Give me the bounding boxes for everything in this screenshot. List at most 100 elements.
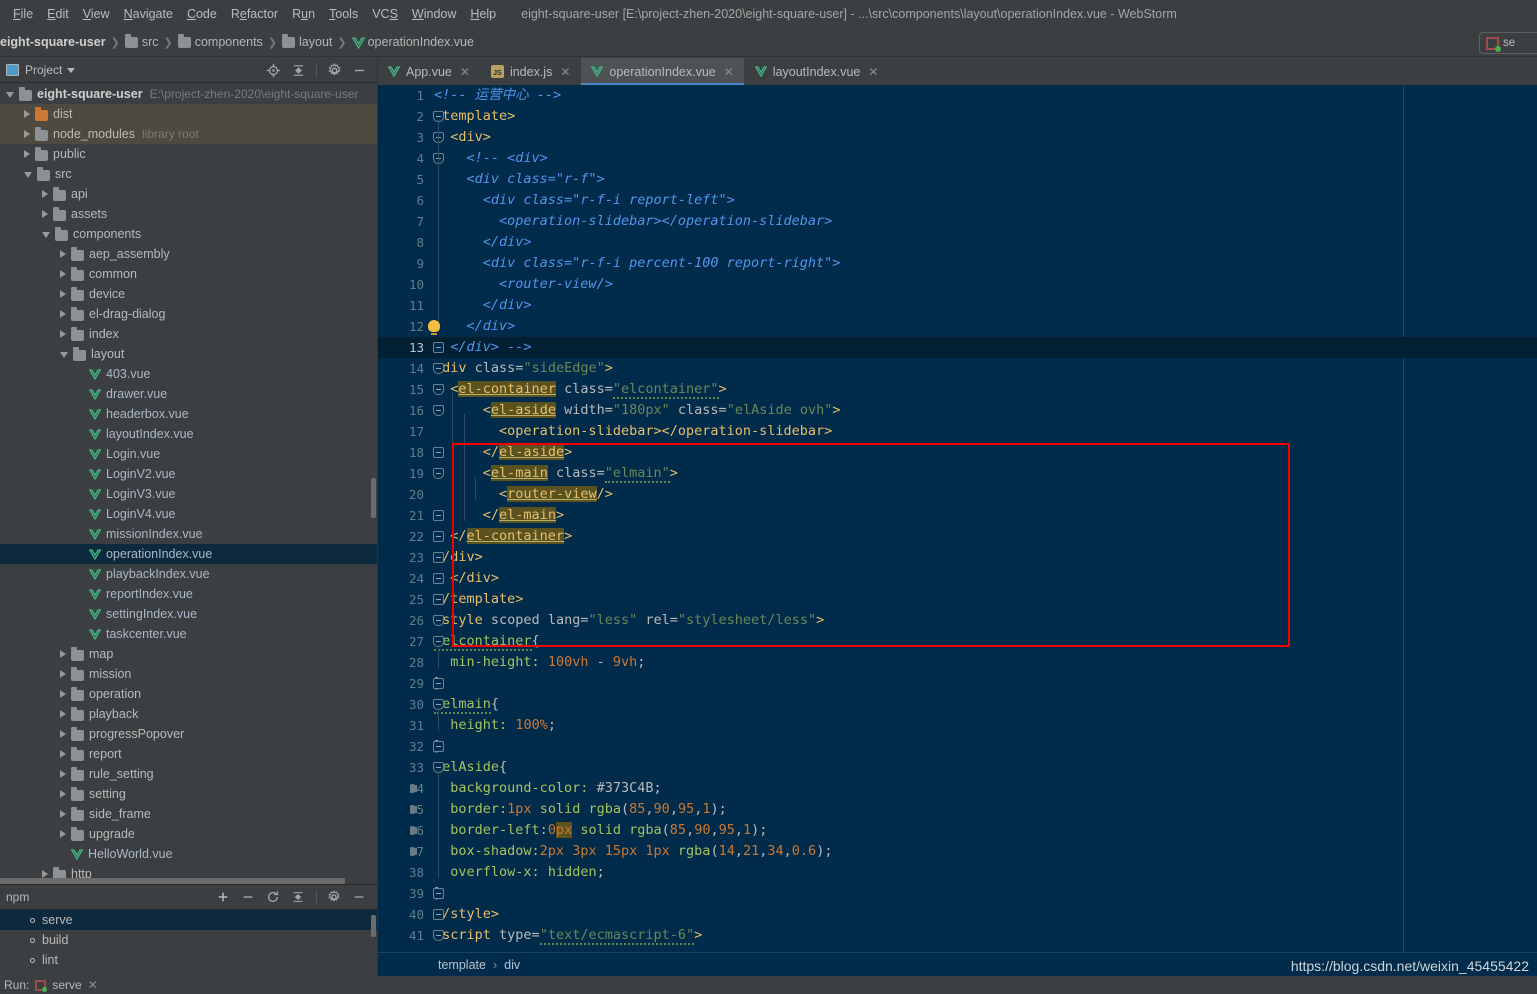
tree-node[interactable]: components bbox=[0, 224, 377, 244]
code-line[interactable]: 16 <el-aside width="180px" class="elAsid… bbox=[378, 400, 1537, 421]
close-icon[interactable]: ✕ bbox=[868, 65, 878, 79]
tree-node[interactable]: settingIndex.vue bbox=[0, 604, 377, 624]
chevron-down-icon[interactable] bbox=[67, 67, 76, 73]
menu-view[interactable]: View bbox=[76, 4, 117, 24]
tree-node[interactable]: common bbox=[0, 264, 377, 284]
code-line[interactable]: 2 <template> bbox=[378, 106, 1537, 127]
editor-breadcrumb-div[interactable]: div bbox=[504, 958, 520, 972]
code-line[interactable]: 3 <div> bbox=[378, 127, 1537, 148]
editor-tab[interactable]: App.vue ✕ bbox=[378, 58, 481, 85]
tree-node[interactable]: aep_assembly bbox=[0, 244, 377, 264]
code-fold-toggle[interactable] bbox=[433, 510, 444, 521]
code-line[interactable]: 1 <!-- 运营中心 --> bbox=[378, 85, 1537, 106]
code-line[interactable]: 9 <div class="r-f-i percent-100 report-r… bbox=[378, 253, 1537, 274]
tree-expand-arrow-icon[interactable] bbox=[60, 270, 66, 278]
code-fold-toggle[interactable] bbox=[433, 342, 444, 353]
color-gutter-swatch[interactable] bbox=[410, 848, 417, 855]
breadcrumb-item-layout[interactable]: layout bbox=[280, 33, 334, 49]
code-line[interactable]: 25 </template> bbox=[378, 589, 1537, 610]
code-line[interactable]: 27 .elcontainer{ bbox=[378, 631, 1537, 652]
code-fold-toggle[interactable] bbox=[433, 531, 444, 542]
menu-run[interactable]: Run bbox=[285, 4, 322, 24]
npm-script-item[interactable]: lint bbox=[0, 950, 377, 970]
tree-node[interactable]: device bbox=[0, 284, 377, 304]
code-fold-toggle[interactable] bbox=[433, 888, 444, 899]
tree-expand-arrow-icon[interactable] bbox=[60, 730, 66, 738]
collapse-all-icon[interactable] bbox=[291, 890, 306, 905]
code-line[interactable]: 24 </div> bbox=[378, 568, 1537, 589]
run-configuration-selector[interactable]: se bbox=[1479, 32, 1537, 54]
code-fold-toggle[interactable] bbox=[433, 615, 444, 626]
locate-icon[interactable] bbox=[266, 63, 281, 78]
menu-edit[interactable]: Edit bbox=[40, 4, 76, 24]
tree-node[interactable]: api bbox=[0, 184, 377, 204]
code-line[interactable]: 39} bbox=[378, 883, 1537, 904]
menu-code[interactable]: Code bbox=[180, 4, 224, 24]
code-line[interactable]: 10 <router-view/> bbox=[378, 274, 1537, 295]
tree-node[interactable]: setting bbox=[0, 784, 377, 804]
tree-node[interactable]: taskcenter.vue bbox=[0, 624, 377, 644]
tree-node[interactable]: assets bbox=[0, 204, 377, 224]
breadcrumb-item-src[interactable]: src bbox=[123, 33, 161, 49]
code-fold-toggle[interactable] bbox=[433, 405, 444, 416]
tree-node[interactable]: LoginV2.vue bbox=[0, 464, 377, 484]
tree-node[interactable]: 403.vue bbox=[0, 364, 377, 384]
tree-expand-arrow-icon[interactable] bbox=[24, 110, 30, 118]
tree-expand-arrow-icon[interactable] bbox=[60, 790, 66, 798]
tree-expand-arrow-icon[interactable] bbox=[24, 150, 30, 158]
tree-node[interactable]: node_modules library root bbox=[0, 124, 377, 144]
gear-icon[interactable] bbox=[327, 62, 342, 78]
editor-breadcrumb-template[interactable]: template bbox=[438, 958, 486, 972]
tree-expand-arrow-icon[interactable] bbox=[60, 352, 68, 358]
tree-node[interactable]: headerbox.vue bbox=[0, 404, 377, 424]
code-line[interactable]: 30 .elmain{ bbox=[378, 694, 1537, 715]
tree-node[interactable]: eight-square-user E:\project-zhen-2020\ei… bbox=[0, 84, 377, 104]
remove-icon[interactable] bbox=[241, 890, 256, 905]
code-line[interactable]: 37 box-shadow:2px 3px 15px 1px rgba(14,2… bbox=[378, 841, 1537, 862]
code-line[interactable]: 34 background-color: #373C4B; bbox=[378, 778, 1537, 799]
tree-expand-arrow-icon[interactable] bbox=[60, 830, 66, 838]
tree-node[interactable]: progressPopover bbox=[0, 724, 377, 744]
tree-node[interactable]: layoutIndex.vue bbox=[0, 424, 377, 444]
tree-node[interactable]: operationIndex.vue bbox=[0, 544, 377, 564]
menu-file[interactable]: File bbox=[6, 4, 40, 24]
code-line[interactable]: 28 min-height: 100vh - 9vh; bbox=[378, 652, 1537, 673]
tree-node[interactable]: public bbox=[0, 144, 377, 164]
code-fold-toggle[interactable] bbox=[433, 363, 444, 374]
tree-node[interactable]: missionIndex.vue bbox=[0, 524, 377, 544]
code-line[interactable]: 11 </div> bbox=[378, 295, 1537, 316]
code-fold-toggle[interactable] bbox=[433, 741, 444, 752]
project-tree-scrollbar[interactable] bbox=[371, 478, 376, 518]
code-line[interactable]: 14 <div class="sideEdge"> bbox=[378, 358, 1537, 379]
tree-node[interactable]: side_frame bbox=[0, 804, 377, 824]
close-icon[interactable]: ✕ bbox=[560, 65, 570, 79]
tree-expand-arrow-icon[interactable] bbox=[24, 172, 32, 178]
code-line[interactable]: 41 <script type="text/ecmascript-6"> bbox=[378, 925, 1537, 946]
tree-expand-arrow-icon[interactable] bbox=[60, 750, 66, 758]
editor-tab[interactable]: JS index.js ✕ bbox=[481, 58, 582, 85]
menu-vcs[interactable]: VCS bbox=[365, 4, 405, 24]
code-line[interactable]: 13 </div> --> bbox=[378, 337, 1537, 358]
code-line[interactable]: 5 <div class="r-f"> bbox=[378, 169, 1537, 190]
code-fold-toggle[interactable] bbox=[433, 909, 444, 920]
refresh-icon[interactable] bbox=[266, 890, 281, 905]
run-tool-window-tab[interactable]: Run: serve ✕ bbox=[0, 976, 378, 994]
tree-node[interactable]: upgrade bbox=[0, 824, 377, 844]
code-line[interactable]: 7 <operation-slidebar></operation-slideb… bbox=[378, 211, 1537, 232]
code-line[interactable]: 22 </el-container> bbox=[378, 526, 1537, 547]
tree-expand-arrow-icon[interactable] bbox=[60, 710, 66, 718]
tree-expand-arrow-icon[interactable] bbox=[60, 770, 66, 778]
npm-scrollbar[interactable] bbox=[371, 915, 376, 937]
color-gutter-swatch[interactable] bbox=[410, 806, 417, 813]
code-fold-toggle[interactable] bbox=[433, 468, 444, 479]
breadcrumb-item-file[interactable]: operationIndex.vue bbox=[350, 35, 476, 49]
code-line[interactable]: 33 .elAside{ bbox=[378, 757, 1537, 778]
code-line[interactable]: 31 height: 100%; bbox=[378, 715, 1537, 736]
tree-expand-arrow-icon[interactable] bbox=[24, 130, 30, 138]
code-line[interactable]: 18 </el-aside> bbox=[378, 442, 1537, 463]
tree-node[interactable]: mission bbox=[0, 664, 377, 684]
collapse-all-icon[interactable] bbox=[291, 63, 306, 78]
code-fold-toggle[interactable] bbox=[433, 384, 444, 395]
npm-script-list[interactable]: serve build lint bbox=[0, 910, 377, 970]
menu-help[interactable]: Help bbox=[463, 4, 503, 24]
